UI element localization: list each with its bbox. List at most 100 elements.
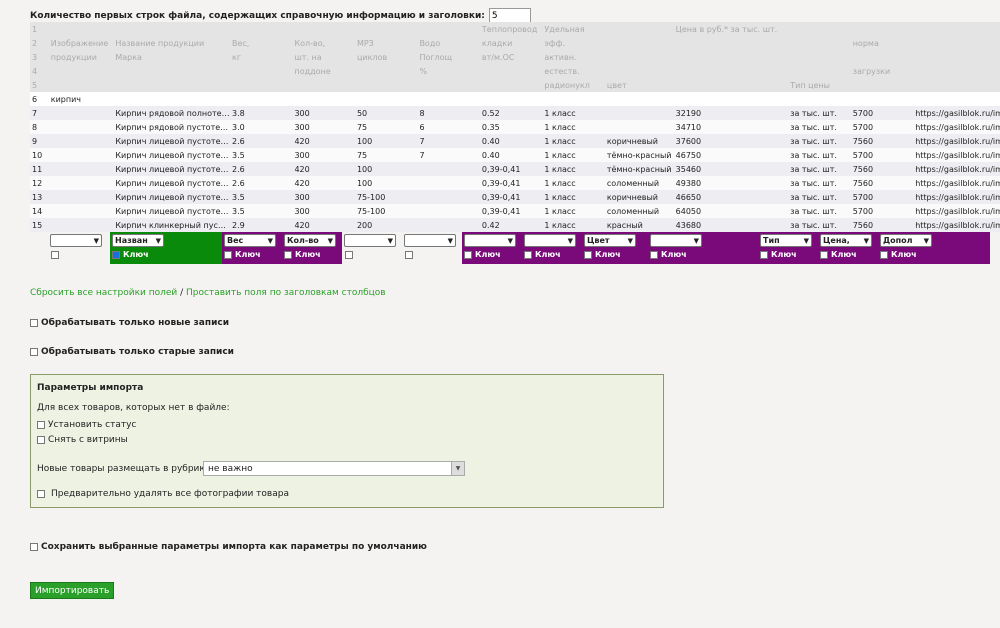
- table-cell: цвет: [604, 78, 674, 92]
- field-select[interactable]: Кол-во ▼: [284, 234, 336, 247]
- table-cell: [48, 218, 114, 232]
- key-toggle[interactable]: Ключ: [760, 250, 818, 259]
- field-selector-cell: Вес ▼ Ключ: [222, 232, 282, 264]
- key-toggle[interactable]: Ключ: [820, 250, 878, 259]
- table-cell: Кирпич лицевой пустотелый: [113, 162, 230, 176]
- field-select[interactable]: Допол ▼: [880, 234, 932, 247]
- save-default-option[interactable]: Сохранить выбранные параметры импорта ка…: [30, 542, 427, 552]
- table-cell: загрузки: [850, 64, 914, 78]
- table-cell: [292, 78, 355, 92]
- rows-count-input[interactable]: [488, 8, 531, 23]
- key-checkbox[interactable]: [880, 250, 888, 259]
- table-row: 3 продукции Марка кг шт. на циклов Поглощ вт/м.…: [30, 50, 1000, 64]
- table-cell: 7560: [850, 176, 914, 190]
- chevron-down-icon: ▼: [267, 236, 273, 245]
- table-cell: [788, 50, 851, 64]
- key-checkbox[interactable]: [760, 250, 768, 259]
- key-checkbox[interactable]: [345, 251, 353, 259]
- field-select[interactable]: ▼: [404, 234, 456, 247]
- field-select[interactable]: Цвет ▼: [584, 234, 636, 247]
- only-new-checkbox[interactable]: [30, 319, 38, 327]
- table-cell: [417, 218, 480, 232]
- field-select[interactable]: ▼: [650, 234, 702, 247]
- field-select[interactable]: ▼: [50, 234, 102, 247]
- only-old-checkbox[interactable]: [30, 348, 38, 356]
- key-toggle[interactable]: Ключ: [464, 250, 522, 259]
- row-number: 10: [30, 148, 49, 162]
- table-cell: продукции: [48, 50, 114, 64]
- chevron-down-icon: ▼: [447, 236, 453, 245]
- remove-showcase-option[interactable]: Снять с витрины: [37, 435, 128, 445]
- field-select-value: Допол: [883, 236, 913, 245]
- table-cell: Кирпич лицевой пустотелый: [113, 134, 230, 148]
- table-cell: [913, 92, 1000, 106]
- reset-fields-link[interactable]: Сбросить все настройки полей: [30, 288, 177, 298]
- table-cell: [604, 50, 674, 64]
- field-select[interactable]: Вес ▼: [224, 234, 276, 247]
- key-checkbox[interactable]: [524, 250, 532, 259]
- key-toggle[interactable]: Ключ: [650, 250, 758, 259]
- import-button[interactable]: Импортировать: [30, 582, 115, 599]
- save-default-checkbox[interactable]: [30, 543, 38, 551]
- table-cell: 75-100: [354, 204, 418, 218]
- delete-photos-option[interactable]: Предварительно удалять все фотографии то…: [37, 489, 289, 499]
- field-select[interactable]: ▼: [344, 234, 396, 247]
- set-status-checkbox[interactable]: [37, 421, 45, 429]
- field-select[interactable]: ▼: [464, 234, 516, 247]
- key-toggle[interactable]: Ключ: [224, 250, 282, 259]
- table-cell: поддоне: [292, 64, 355, 78]
- key-toggle[interactable]: Ключ: [584, 250, 648, 259]
- chevron-down-icon: ▼: [93, 236, 99, 245]
- field-select[interactable]: Тип ▼: [760, 234, 812, 247]
- table-cell: кладки: [479, 36, 543, 50]
- table-cell: [48, 120, 114, 134]
- key-toggle[interactable]: Ключ: [284, 250, 342, 259]
- key-checkbox[interactable]: [224, 250, 232, 259]
- table-cell: [850, 22, 914, 36]
- table-cell: 32190: [673, 106, 789, 120]
- key-checkbox[interactable]: [284, 250, 292, 259]
- delete-photos-checkbox[interactable]: [37, 490, 45, 498]
- only-old-option[interactable]: Обрабатывать только старые записи: [30, 347, 234, 357]
- table-cell: Кирпич рядовой пустотелый: [113, 120, 230, 134]
- table-cell: [673, 36, 789, 50]
- auto-fields-link[interactable]: Проставить поля по заголовкам столбцов: [186, 288, 386, 298]
- table-cell: 2.9: [229, 218, 293, 232]
- table-cell: за тыс. шт.: [788, 218, 851, 232]
- table-cell: за тыс. шт.: [788, 162, 851, 176]
- table-cell: за тыс. шт.: [788, 106, 851, 120]
- table-cell: за тыс. шт.: [788, 176, 851, 190]
- field-selector-cell: Тип ▼ Ключ: [758, 232, 818, 264]
- key-checkbox[interactable]: [112, 250, 120, 259]
- delete-photos-label: Предварительно удалять все фотографии то…: [51, 489, 289, 499]
- remove-showcase-checkbox[interactable]: [37, 436, 45, 444]
- table-cell: коричневый: [604, 190, 674, 204]
- key-toggle[interactable]: Ключ: [880, 250, 990, 259]
- key-toggle[interactable]: Ключ: [524, 250, 582, 259]
- field-selector-cell: Цвет ▼ Ключ: [582, 232, 648, 264]
- table-cell: [113, 22, 230, 36]
- table-cell: Изображение: [48, 36, 114, 50]
- key-checkbox[interactable]: [405, 251, 413, 259]
- key-checkbox[interactable]: [820, 250, 828, 259]
- field-select[interactable]: Назван ▼: [112, 234, 164, 247]
- key-toggle[interactable]: Ключ: [112, 250, 222, 259]
- set-status-option[interactable]: Установить статус: [37, 420, 136, 430]
- table-row: 13 Кирпич лицевой пустотелый 3.5 300 75-100 0…: [30, 190, 1000, 204]
- table-cell: 5700: [850, 120, 914, 134]
- table-cell: 300: [292, 204, 355, 218]
- key-checkbox[interactable]: [51, 251, 59, 259]
- key-checkbox[interactable]: [584, 250, 592, 259]
- key-checkbox[interactable]: [650, 250, 658, 259]
- only-new-option[interactable]: Обрабатывать только новые записи: [30, 318, 229, 328]
- table-cell: Кирпич лицевой пустотелый: [113, 190, 230, 204]
- key-checkbox[interactable]: [464, 250, 472, 259]
- links-separator: /: [177, 288, 187, 298]
- field-select[interactable]: ▼: [524, 234, 576, 247]
- table-cell: 7: [417, 134, 480, 148]
- table-cell: Удельная: [542, 22, 605, 36]
- table-cell: Водо: [417, 36, 480, 50]
- field-select[interactable]: Цена, ▼: [820, 234, 872, 247]
- rubric-select[interactable]: не важно ▼: [203, 461, 465, 476]
- table-cell: [113, 92, 230, 106]
